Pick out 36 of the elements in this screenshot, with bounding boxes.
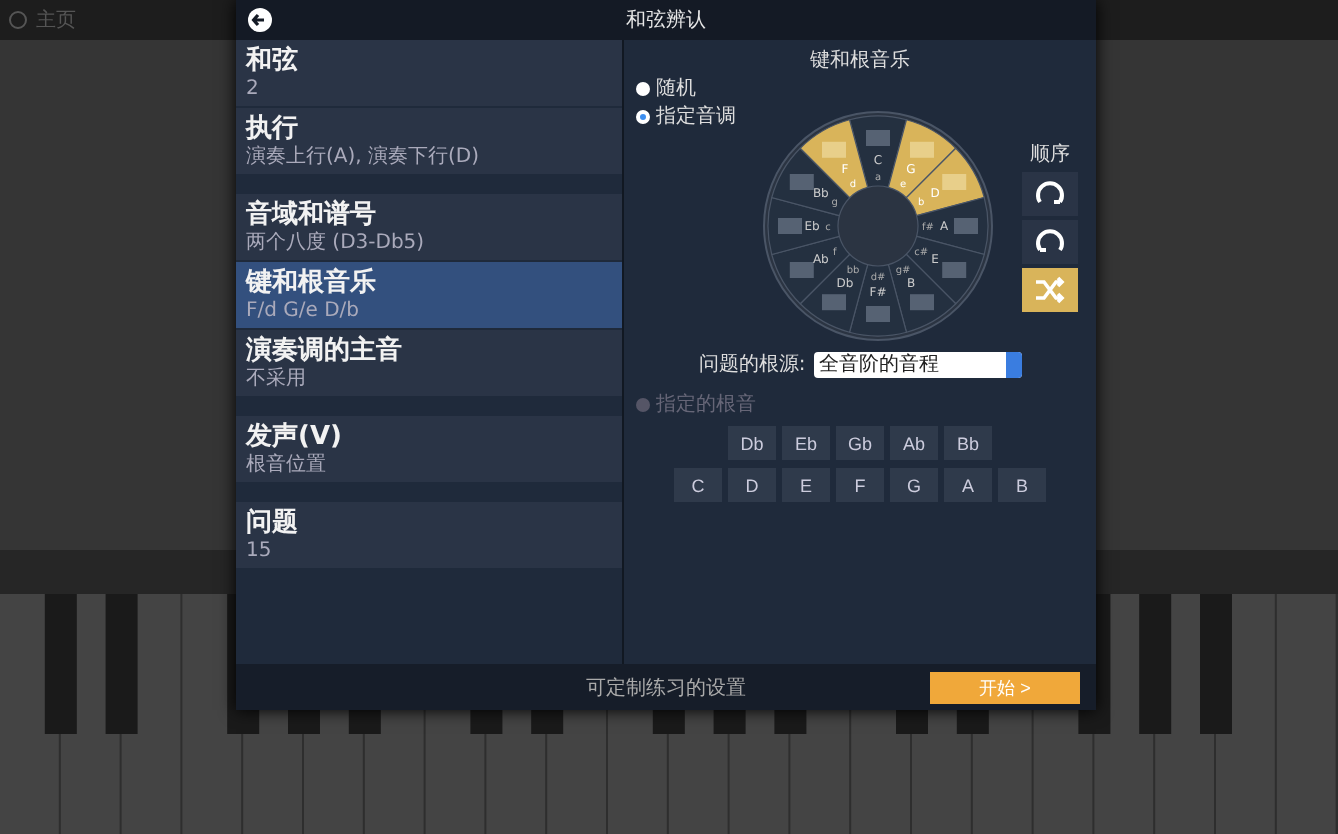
panel-title: 键和根音乐 bbox=[810, 47, 910, 74]
radio-button[interactable] bbox=[636, 81, 650, 95]
footer-caption: 可定制练习的设置 bbox=[586, 675, 746, 701]
note-button[interactable]: Db bbox=[728, 426, 776, 460]
note-button[interactable]: B bbox=[998, 468, 1046, 502]
settings-item[interactable]: 音域和谱号 两个八度 (D3-Db5) bbox=[236, 194, 622, 260]
note-button[interactable]: G bbox=[890, 468, 938, 502]
radio-label: 指定音调 bbox=[656, 103, 736, 130]
note-button[interactable]: Ab bbox=[890, 426, 938, 460]
note-button[interactable]: C bbox=[674, 468, 722, 502]
note-button[interactable]: D bbox=[728, 468, 776, 502]
settings-item[interactable]: 和弦 2 bbox=[236, 40, 622, 106]
radio-label: 随机 bbox=[656, 75, 696, 102]
note-button[interactable]: F bbox=[836, 468, 884, 502]
root-source-dropdown[interactable]: 全音阶的音程 bbox=[813, 351, 1022, 377]
order-label: 顺序 bbox=[1030, 141, 1070, 168]
settings-item[interactable]: 执行 演奏上行(A), 演奏下行(D) bbox=[236, 108, 622, 174]
clockwise-arrow-icon bbox=[1034, 178, 1066, 210]
root-source-label: 问题的根源: bbox=[698, 351, 806, 378]
note-button[interactable]: Bb bbox=[944, 426, 992, 460]
settings-item[interactable]: 发声(V) 根音位置 bbox=[236, 416, 622, 482]
settings-item[interactable]: 问题 15 bbox=[236, 502, 622, 568]
note-button[interactable]: Gb bbox=[836, 426, 884, 460]
order-button[interactable] bbox=[1022, 172, 1078, 216]
dialog-title: 和弦辨认 bbox=[626, 7, 706, 34]
home-label: 主页 bbox=[36, 7, 76, 34]
order-button[interactable] bbox=[1022, 220, 1078, 264]
counterclockwise-arrow-icon bbox=[1034, 226, 1066, 258]
note-button[interactable]: E bbox=[782, 468, 830, 502]
settings-item[interactable]: 演奏调的主音 不采用 bbox=[236, 330, 622, 396]
radio-label: 指定的根音 bbox=[656, 391, 756, 418]
note-button[interactable]: Eb bbox=[782, 426, 830, 460]
shuffle-icon bbox=[1034, 276, 1066, 304]
radio-button[interactable] bbox=[636, 109, 650, 123]
note-button[interactable]: A bbox=[944, 468, 992, 502]
settings-item[interactable]: 键和根音乐 F/d G/e D/b bbox=[236, 262, 622, 328]
